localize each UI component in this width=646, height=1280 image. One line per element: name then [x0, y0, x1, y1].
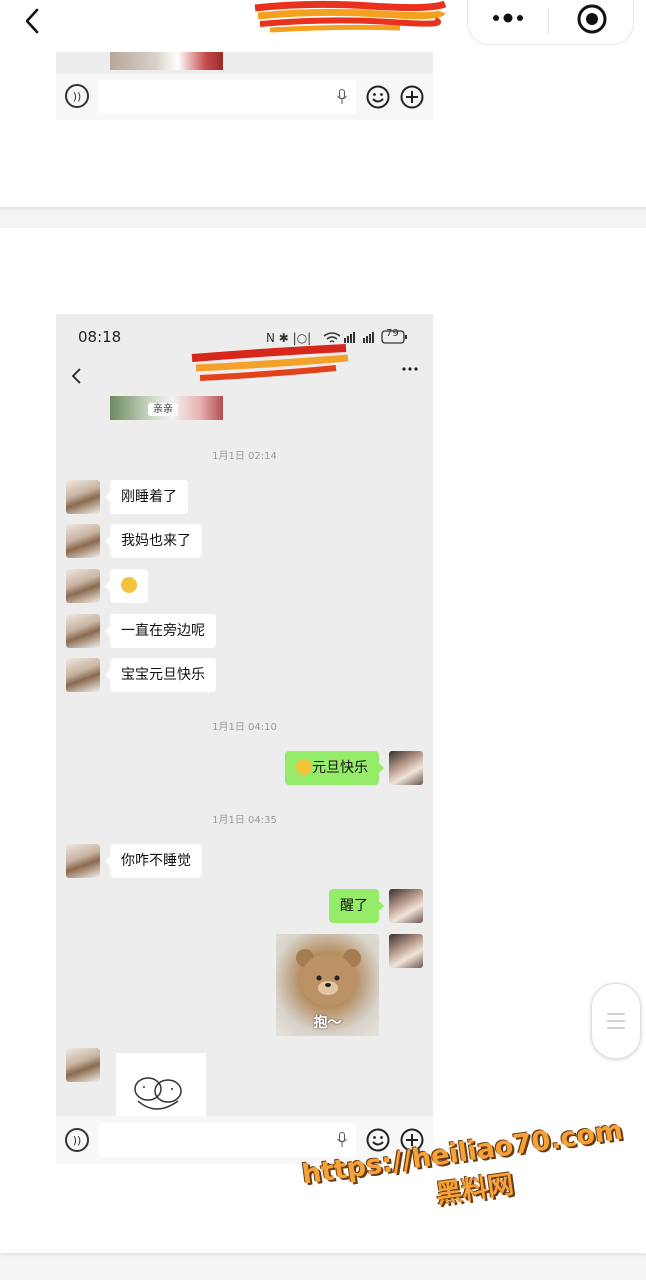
voice-icon[interactable]: ))	[65, 1128, 89, 1152]
chat-screenshot-1: ))	[56, 52, 433, 120]
chevron-left-icon[interactable]	[18, 6, 48, 36]
capsule-divider	[548, 8, 549, 34]
message-bubble[interactable]: 我妈也来了	[105, 524, 202, 558]
message-text: 元旦快乐	[312, 760, 368, 776]
message-input[interactable]	[98, 1123, 356, 1157]
mini-program-top-bar	[0, 0, 646, 53]
scroll-lines-icon	[607, 1013, 625, 1029]
chat-input-bar: ))	[56, 74, 433, 120]
avatar[interactable]	[66, 1048, 100, 1082]
sticker-caption: 抱～	[313, 1015, 342, 1031]
message-bubble[interactable]: 你咋不睡觉	[105, 844, 202, 878]
avatar[interactable]	[66, 480, 100, 514]
mic-icon[interactable]	[337, 1132, 347, 1148]
chat-screenshot-2: 08:18 N ✱ |○| 79 亲亲 1月1日 02:14 刚睡着了 我妈也来…	[56, 314, 433, 1164]
sweat-smile-emoji	[296, 759, 312, 775]
avatar-self[interactable]	[389, 751, 423, 785]
sweat-smile-emoji	[121, 577, 137, 593]
redacted-title-scribble	[254, 0, 447, 33]
more-dots-icon[interactable]	[488, 8, 528, 28]
status-time: 08:18	[78, 328, 122, 346]
plus-icon[interactable]	[400, 85, 424, 109]
mic-icon[interactable]	[337, 89, 347, 105]
message-bubble-self[interactable]: 元旦快乐	[285, 751, 384, 785]
avatar[interactable]	[66, 524, 100, 558]
message-bubble[interactable]: 宝宝元旦快乐	[105, 658, 216, 692]
more-dots-icon[interactable]	[400, 362, 420, 376]
message-bubble[interactable]: 一直在旁边呢	[105, 614, 216, 648]
battery-level: 79	[386, 328, 399, 339]
timestamp: 1月1日 04:35	[212, 815, 277, 826]
sticker-image-partial	[110, 52, 223, 70]
avatar-self[interactable]	[389, 889, 423, 923]
emoji-icon[interactable]	[366, 85, 390, 109]
sticker-tag: 亲亲	[148, 403, 178, 416]
message-input[interactable]	[98, 80, 356, 114]
redacted-name-scribble	[191, 344, 349, 381]
avatar-self[interactable]	[389, 934, 423, 968]
message-bubble-self[interactable]: 醒了	[329, 889, 384, 923]
bear-hug-sticker[interactable]: 抱～	[276, 934, 379, 1036]
avatar[interactable]	[66, 844, 100, 878]
target-icon[interactable]	[575, 2, 609, 36]
timestamp: 1月1日 02:14	[212, 451, 277, 462]
avatar[interactable]	[66, 614, 100, 648]
scroll-handle[interactable]	[591, 983, 641, 1059]
bear-illustration	[296, 949, 361, 1006]
avatar[interactable]	[66, 658, 100, 692]
message-bubble[interactable]	[105, 569, 148, 603]
sticker-image-partial[interactable]: 亲亲	[110, 396, 223, 420]
voice-icon[interactable]: ))	[65, 84, 89, 108]
chevron-left-icon[interactable]	[70, 366, 84, 386]
timestamp: 1月1日 04:10	[212, 722, 277, 733]
message-bubble[interactable]: 刚睡着了	[105, 480, 188, 514]
avatar[interactable]	[66, 569, 100, 603]
